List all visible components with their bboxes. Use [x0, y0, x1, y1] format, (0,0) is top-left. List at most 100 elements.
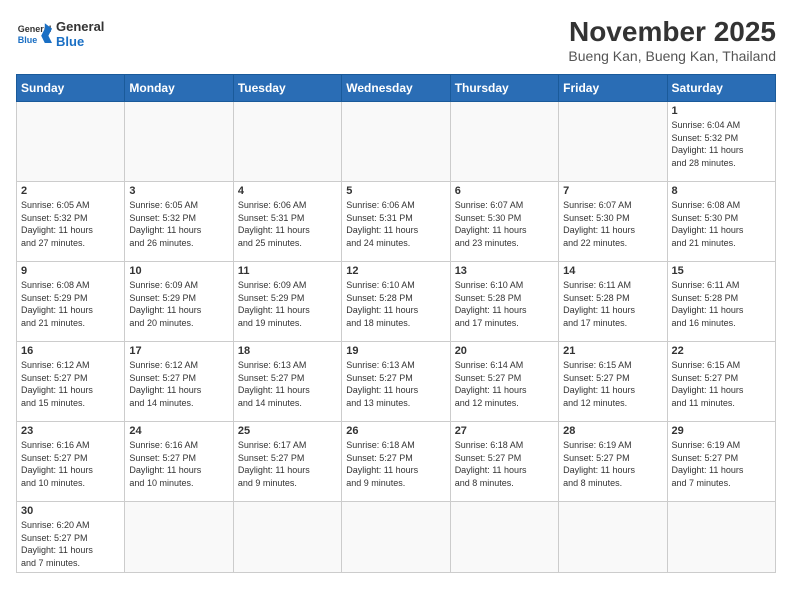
- day-number: 24: [129, 425, 228, 437]
- table-row: 8Sunrise: 6:08 AM Sunset: 5:30 PM Daylig…: [667, 182, 775, 262]
- table-row: [559, 502, 667, 573]
- day-number: 26: [346, 425, 445, 437]
- col-tuesday: Tuesday: [233, 75, 341, 102]
- table-row: 12 Sunrise: 6:10 AM Sunset: 5:28 PM Dayli…: [342, 262, 450, 342]
- day-number: 15: [672, 265, 771, 277]
- table-row: 14Sunrise: 6:11 AM Sunset: 5:28 PM Dayli…: [559, 262, 667, 342]
- day-info: Sunrise: 6:05 AM Sunset: 5:32 PM Dayligh…: [21, 199, 120, 249]
- table-row: 15 Sunrise: 6:11 AM Sunset: 5:28 PM Dayli…: [667, 262, 775, 342]
- day-number: 23: [21, 425, 120, 437]
- table-row: 4 Sunrise: 6:06 AM Sunset: 5:31 PM Daylig…: [233, 182, 341, 262]
- day-info: Sunrise: 6:06 AM Sunset: 5:31 PM Dayligh…: [346, 199, 445, 249]
- day-info: Sunrise: 6:15 AM Sunset: 5:27 PM Dayligh…: [563, 359, 662, 409]
- table-row: [342, 502, 450, 573]
- table-row: 7 Sunrise: 6:07 AM Sunset: 5:30 PM Daylig…: [559, 182, 667, 262]
- page-header: General Blue General Blue November 2025 …: [16, 16, 776, 64]
- day-info: Sunrise: 6:09 AM Sunset: 5:29 PM Dayligh…: [238, 279, 337, 329]
- table-row: [667, 502, 775, 573]
- day-number: 13: [455, 265, 554, 277]
- table-row: 13Sunrise: 6:10 AM Sunset: 5:28 PM Dayli…: [450, 262, 558, 342]
- table-row: 26Sunrise: 6:18 AM Sunset: 5:27 PM Dayli…: [342, 422, 450, 502]
- table-row: [559, 102, 667, 182]
- day-info: Sunrise: 6:06 AM Sunset: 5:31 PM Dayligh…: [238, 199, 337, 249]
- day-info: Sunrise: 6:18 AM Sunset: 5:27 PM Dayligh…: [455, 439, 554, 489]
- day-number: 25: [238, 425, 337, 437]
- day-info: Sunrise: 6:10 AM Sunset: 5:28 PM Dayligh…: [346, 279, 445, 329]
- title-block: November 2025 Bueng Kan, Bueng Kan, Thai…: [568, 16, 776, 64]
- table-row: [125, 502, 233, 573]
- table-row: 20 Sunrise: 6:14 AM Sunset: 5:27 PM Dayli…: [450, 342, 558, 422]
- table-row: 10 Sunrise: 6:09 AM Sunset: 5:29 PM Dayli…: [125, 262, 233, 342]
- day-info: Sunrise: 6:16 AM Sunset: 5:27 PM Dayligh…: [129, 439, 228, 489]
- day-info: Sunrise: 6:19 AM Sunset: 5:27 PM Dayligh…: [563, 439, 662, 489]
- day-number: 27: [455, 425, 554, 437]
- table-row: [233, 102, 341, 182]
- table-row: 25 Sunrise: 6:17 AM Sunset: 5:27 PM Dayli…: [233, 422, 341, 502]
- day-number: 21: [563, 345, 662, 357]
- table-row: 9 Sunrise: 6:08 AM Sunset: 5:29 PM Daylig…: [17, 262, 125, 342]
- day-number: 3: [129, 185, 228, 197]
- logo-general-text: General: [56, 19, 104, 34]
- table-row: 19 Sunrise: 6:13 AM Sunset: 5:27 PM Dayli…: [342, 342, 450, 422]
- day-info: Sunrise: 6:12 AM Sunset: 5:27 PM Dayligh…: [129, 359, 228, 409]
- table-row: 22 Sunrise: 6:15 AM Sunset: 5:27 PM Dayli…: [667, 342, 775, 422]
- table-row: [125, 102, 233, 182]
- logo-blue-text: Blue: [56, 34, 104, 49]
- day-number: 1: [672, 105, 771, 117]
- day-info: Sunrise: 6:11 AM Sunset: 5:28 PM Dayligh…: [672, 279, 771, 329]
- col-monday: Monday: [125, 75, 233, 102]
- day-number: 18: [238, 345, 337, 357]
- day-info: Sunrise: 6:14 AM Sunset: 5:27 PM Dayligh…: [455, 359, 554, 409]
- day-info: Sunrise: 6:16 AM Sunset: 5:27 PM Dayligh…: [21, 439, 120, 489]
- svg-text:Blue: Blue: [18, 35, 38, 45]
- day-number: 5: [346, 185, 445, 197]
- table-row: 16Sunrise: 6:12 AM Sunset: 5:27 PM Dayli…: [17, 342, 125, 422]
- day-number: 8: [672, 185, 771, 197]
- day-number: 4: [238, 185, 337, 197]
- logo: General Blue General Blue: [16, 16, 104, 52]
- day-info: Sunrise: 6:07 AM Sunset: 5:30 PM Dayligh…: [563, 199, 662, 249]
- col-saturday: Saturday: [667, 75, 775, 102]
- table-row: 23 Sunrise: 6:16 AM Sunset: 5:27 PM Dayli…: [17, 422, 125, 502]
- table-row: 29 Sunrise: 6:19 AM Sunset: 5:27 PM Dayli…: [667, 422, 775, 502]
- day-info: Sunrise: 6:04 AM Sunset: 5:32 PM Dayligh…: [672, 119, 771, 169]
- month-title: November 2025: [568, 16, 776, 48]
- day-info: Sunrise: 6:13 AM Sunset: 5:27 PM Dayligh…: [238, 359, 337, 409]
- day-number: 16: [21, 345, 120, 357]
- day-number: 29: [672, 425, 771, 437]
- table-row: 3Sunrise: 6:05 AM Sunset: 5:32 PM Daylig…: [125, 182, 233, 262]
- day-number: 9: [21, 265, 120, 277]
- day-number: 6: [455, 185, 554, 197]
- day-info: Sunrise: 6:20 AM Sunset: 5:27 PM Dayligh…: [21, 519, 120, 569]
- table-row: 17Sunrise: 6:12 AM Sunset: 5:27 PM Dayli…: [125, 342, 233, 422]
- day-number: 20: [455, 345, 554, 357]
- day-info: Sunrise: 6:09 AM Sunset: 5:29 PM Dayligh…: [129, 279, 228, 329]
- day-number: 19: [346, 345, 445, 357]
- day-number: 30: [21, 505, 120, 517]
- table-row: 24 Sunrise: 6:16 AM Sunset: 5:27 PM Dayli…: [125, 422, 233, 502]
- table-row: [17, 102, 125, 182]
- location: Bueng Kan, Bueng Kan, Thailand: [568, 48, 776, 64]
- day-number: 22: [672, 345, 771, 357]
- logo-icon: General Blue: [16, 16, 52, 52]
- day-info: Sunrise: 6:17 AM Sunset: 5:27 PM Dayligh…: [238, 439, 337, 489]
- day-info: Sunrise: 6:11 AM Sunset: 5:28 PM Dayligh…: [563, 279, 662, 329]
- table-row: [450, 102, 558, 182]
- day-number: 12: [346, 265, 445, 277]
- day-number: 2: [21, 185, 120, 197]
- day-info: Sunrise: 6:13 AM Sunset: 5:27 PM Dayligh…: [346, 359, 445, 409]
- calendar-header-row: Sunday Monday Tuesday Wednesday Thursday…: [17, 75, 776, 102]
- col-friday: Friday: [559, 75, 667, 102]
- day-info: Sunrise: 6:07 AM Sunset: 5:30 PM Dayligh…: [455, 199, 554, 249]
- table-row: 21 Sunrise: 6:15 AM Sunset: 5:27 PM Dayli…: [559, 342, 667, 422]
- day-number: 7: [563, 185, 662, 197]
- col-thursday: Thursday: [450, 75, 558, 102]
- day-info: Sunrise: 6:15 AM Sunset: 5:27 PM Dayligh…: [672, 359, 771, 409]
- day-number: 28: [563, 425, 662, 437]
- col-sunday: Sunday: [17, 75, 125, 102]
- day-number: 10: [129, 265, 228, 277]
- table-row: [342, 102, 450, 182]
- day-info: Sunrise: 6:08 AM Sunset: 5:29 PM Dayligh…: [21, 279, 120, 329]
- col-wednesday: Wednesday: [342, 75, 450, 102]
- day-info: Sunrise: 6:19 AM Sunset: 5:27 PM Dayligh…: [672, 439, 771, 489]
